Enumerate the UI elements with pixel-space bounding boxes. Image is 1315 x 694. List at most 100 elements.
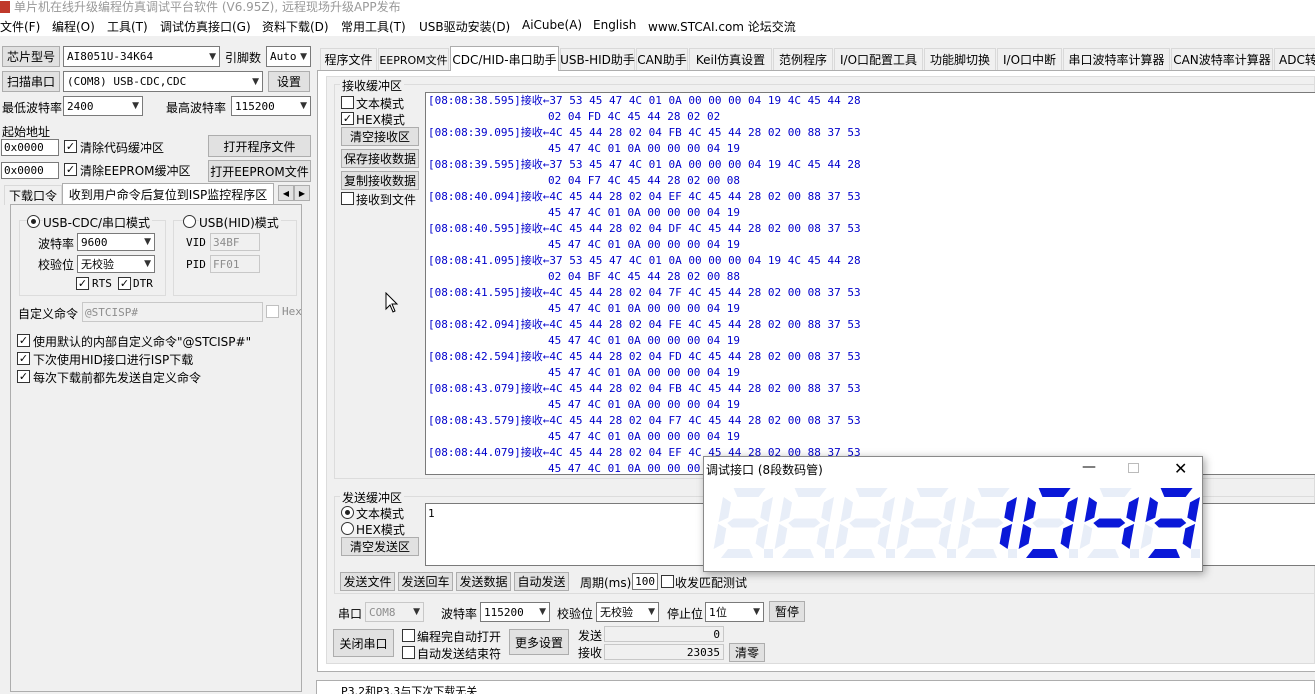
rx-timestamp: [08:08:42.594]接收← <box>428 350 550 363</box>
menu-debug[interactable]: 调试仿真接口(G) <box>160 18 251 35</box>
hex-checkbox[interactable] <box>266 305 279 318</box>
pid-input[interactable]: FF01 <box>210 255 260 273</box>
send-before-download-checkbox[interactable]: ✓ <box>17 370 30 383</box>
serial-port-select[interactable]: COM8 ▼ <box>365 602 424 622</box>
min-baud-select[interactable]: 2400 ▼ <box>63 96 143 116</box>
period-input[interactable]: 100 <box>632 573 658 590</box>
eeprom-address-input[interactable]: 0x0000 <box>1 162 59 179</box>
send-cr-button[interactable]: 发送回车 <box>398 572 453 591</box>
tab-scroll-left-button[interactable]: ◀ <box>278 185 294 201</box>
chip-model-select[interactable]: AI8051U-34K64 ▼ <box>63 46 220 67</box>
segment-g <box>727 518 760 528</box>
rx-to-file-checkbox[interactable] <box>341 192 354 205</box>
menu-aicube[interactable]: AiCube(A) <box>522 18 582 32</box>
clear-eeprom-label: 清除EEPROM缓冲区 <box>80 164 191 178</box>
rx-copy-button[interactable]: 复制接收数据 <box>341 171 419 190</box>
rx-timestamp: [08:08:43.579]接收← <box>428 414 550 427</box>
serial-baud-select[interactable]: 115200 ▼ <box>480 602 550 622</box>
tab-io-interrupt[interactable]: I/O口中断 <box>997 48 1062 70</box>
menu-program[interactable]: 编程(O) <box>52 18 95 35</box>
subtab-reset-isp-label: 收到用户命令后复位到ISP监控程序区 <box>68 188 268 202</box>
subtab-reset-isp[interactable]: 收到用户命令后复位到ISP监控程序区 <box>62 183 274 205</box>
minimize-icon[interactable]: — <box>1082 460 1096 474</box>
vid-input[interactable]: 34BF <box>210 233 260 251</box>
open-program-file-button[interactable]: 打开程序文件 <box>208 135 311 157</box>
settings-button[interactable]: 设置 <box>268 71 310 92</box>
serial-stop-select[interactable]: 1位 ▼ <box>705 602 764 622</box>
clear-code-checkbox[interactable]: ✓ <box>64 140 77 153</box>
popup-title: 调试接口 (8段数码管) <box>706 463 823 477</box>
tab-program-file[interactable]: 程序文件 <box>320 48 377 70</box>
close-port-button[interactable]: 关闭串口 <box>333 629 394 657</box>
max-baud-select[interactable]: 115200 ▼ <box>231 96 311 116</box>
close-icon[interactable]: ✕ <box>1174 459 1187 478</box>
segment-f <box>779 497 792 523</box>
menu-english[interactable]: English <box>593 18 636 32</box>
menu-website[interactable]: www.STCAI.com 论坛交流 <box>648 18 796 35</box>
pause-button[interactable]: 暂停 <box>769 601 805 622</box>
rx-timestamp: [08:08:41.595]接收← <box>428 286 550 299</box>
segment-a <box>1099 488 1132 497</box>
custom-command-input[interactable]: @STCISP# <box>82 302 263 322</box>
default-command-checkbox[interactable]: ✓ <box>17 334 30 347</box>
pins-select[interactable]: Auto ▼ <box>266 46 311 67</box>
clear-eeprom-checkbox[interactable]: ✓ <box>64 163 77 176</box>
match-test-checkbox[interactable] <box>661 575 674 588</box>
rx-hex-mode-checkbox[interactable]: ✓ <box>341 112 354 125</box>
decimal-point <box>886 549 895 558</box>
parity-select[interactable]: 无校验 ▼ <box>77 255 155 273</box>
tab-keil-sim[interactable]: Keil仿真设置 <box>689 48 772 70</box>
usb-cdc-radio[interactable] <box>27 215 40 228</box>
rx-text-area[interactable]: [08:08:38.595]接收←37 53 45 47 4C 01 0A 00… <box>425 92 1315 475</box>
rx-text-mode-checkbox[interactable] <box>341 96 354 109</box>
menu-common-tools[interactable]: 常用工具(T) <box>341 18 406 35</box>
tab-can[interactable]: CAN助手 <box>636 48 688 70</box>
tab-can-baud-calc[interactable]: CAN波特率计算器 <box>1171 48 1273 70</box>
subtab-download-password[interactable]: 下载口令 <box>4 185 62 205</box>
send-file-button[interactable]: 发送文件 <box>340 572 395 591</box>
clear-count-button[interactable]: 清零 <box>729 643 765 662</box>
hid-next-checkbox[interactable]: ✓ <box>17 352 30 365</box>
open-eeprom-file-button[interactable]: 打开EEPROM文件 <box>208 160 311 182</box>
tx-clear-button[interactable]: 清空发送区 <box>341 537 419 556</box>
status-bar: P3.2和P3.3与下次下载无关 <box>316 680 1315 694</box>
rts-checkbox[interactable]: ✓ <box>76 277 89 290</box>
tab-adc[interactable]: ADC转换 <box>1274 48 1315 70</box>
recv-count-label: 接收 <box>578 646 603 660</box>
tab-cdc-hid-serial[interactable]: CDC/HID-串口助手 <box>450 46 559 71</box>
more-settings-button[interactable]: 更多设置 <box>509 629 569 655</box>
tab-eeprom-file[interactable]: EEPROM文件 <box>378 48 449 70</box>
menu-downloads[interactable]: 资料下载(D) <box>262 18 329 35</box>
menu-file[interactable]: 文件(F) <box>0 18 40 35</box>
port-select[interactable]: (COM8) USB-CDC,CDC ▼ <box>63 71 263 92</box>
dtr-checkbox[interactable]: ✓ <box>118 277 131 290</box>
serial-parity-select[interactable]: 无校验 ▼ <box>596 602 659 622</box>
baud-select[interactable]: 9600 ▼ <box>77 233 155 251</box>
rx-clear-button[interactable]: 清空接收区 <box>341 127 419 146</box>
tab-uart-baud-calc[interactable]: 串口波特率计算器 <box>1063 48 1170 70</box>
code-address-input[interactable]: 0x0000 <box>1 139 59 156</box>
tx-text-mode-radio[interactable] <box>341 506 354 519</box>
chevron-down-icon: ▼ <box>539 607 546 617</box>
usb-hid-radio[interactable] <box>183 215 196 228</box>
custom-command-label: 自定义命令 <box>18 307 79 321</box>
tab-io-config[interactable]: I/O口配置工具 <box>834 48 923 70</box>
maximize-icon[interactable] <box>1128 463 1139 473</box>
auto-send-button[interactable]: 自动发送 <box>514 572 569 591</box>
menu-tools[interactable]: 工具(T) <box>107 18 148 35</box>
scan-port-button[interactable]: 扫描串口 <box>2 71 60 92</box>
tab-scroll-right-button[interactable]: ▶ <box>294 185 310 201</box>
send-data-button[interactable]: 发送数据 <box>456 572 511 591</box>
menu-usb-driver[interactable]: USB驱动安装(D) <box>419 18 510 35</box>
chip-model-button[interactable]: 芯片型号 <box>2 46 60 67</box>
rx-line: [08:08:41.095]接收←37 53 45 47 4C 01 0A 00… <box>428 253 1315 269</box>
segment-a <box>1160 488 1193 497</box>
tab-examples[interactable]: 范例程序 <box>773 48 833 70</box>
decimal-point <box>764 549 773 558</box>
rx-save-button[interactable]: 保存接收数据 <box>341 149 419 168</box>
tab-pin-switch[interactable]: 功能脚切换 <box>924 48 996 70</box>
tx-hex-mode-radio[interactable] <box>341 522 354 535</box>
auto-open-checkbox[interactable] <box>402 629 415 642</box>
auto-end-checkbox[interactable] <box>402 646 415 659</box>
tab-usb-hid[interactable]: USB-HID助手 <box>560 48 635 70</box>
